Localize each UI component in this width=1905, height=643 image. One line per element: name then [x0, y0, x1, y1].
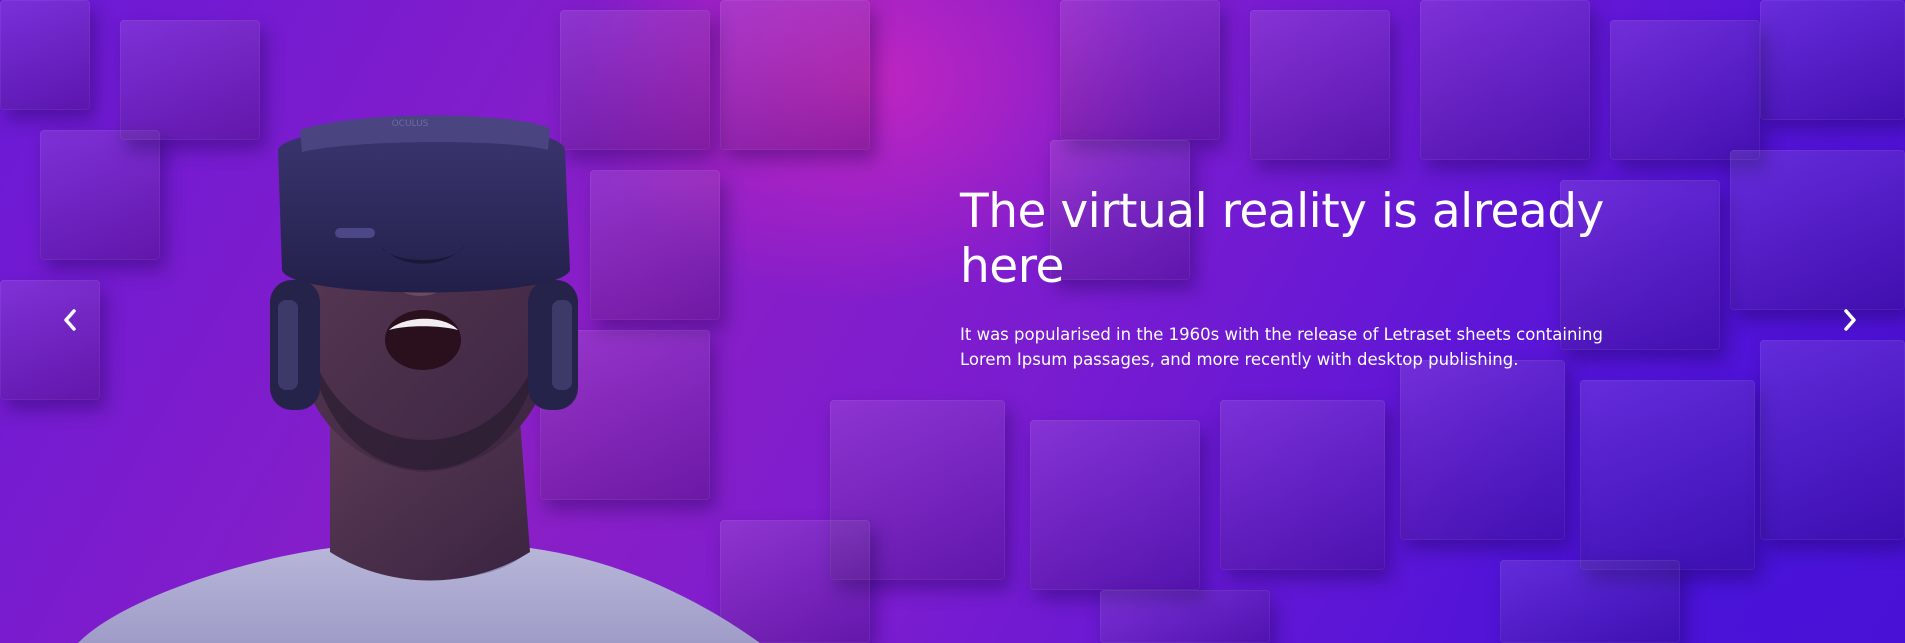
svg-text:OCULUS: OCULUS [392, 119, 429, 129]
hero-slider: OCULUS The virtual reality is already he… [0, 0, 1905, 643]
slide-title: The virtual reality is already here [960, 184, 1604, 294]
next-slide-button[interactable] [1836, 306, 1864, 334]
vr-headset-person-image: OCULUS [78, 115, 760, 643]
slide-caption: The virtual reality is already here It w… [960, 184, 1680, 372]
slide-description: It was popularised in the 1960s with the… [960, 325, 1603, 369]
chevron-left-icon [64, 309, 76, 331]
prev-slide-button[interactable] [56, 306, 84, 334]
chevron-right-icon [1844, 309, 1856, 331]
